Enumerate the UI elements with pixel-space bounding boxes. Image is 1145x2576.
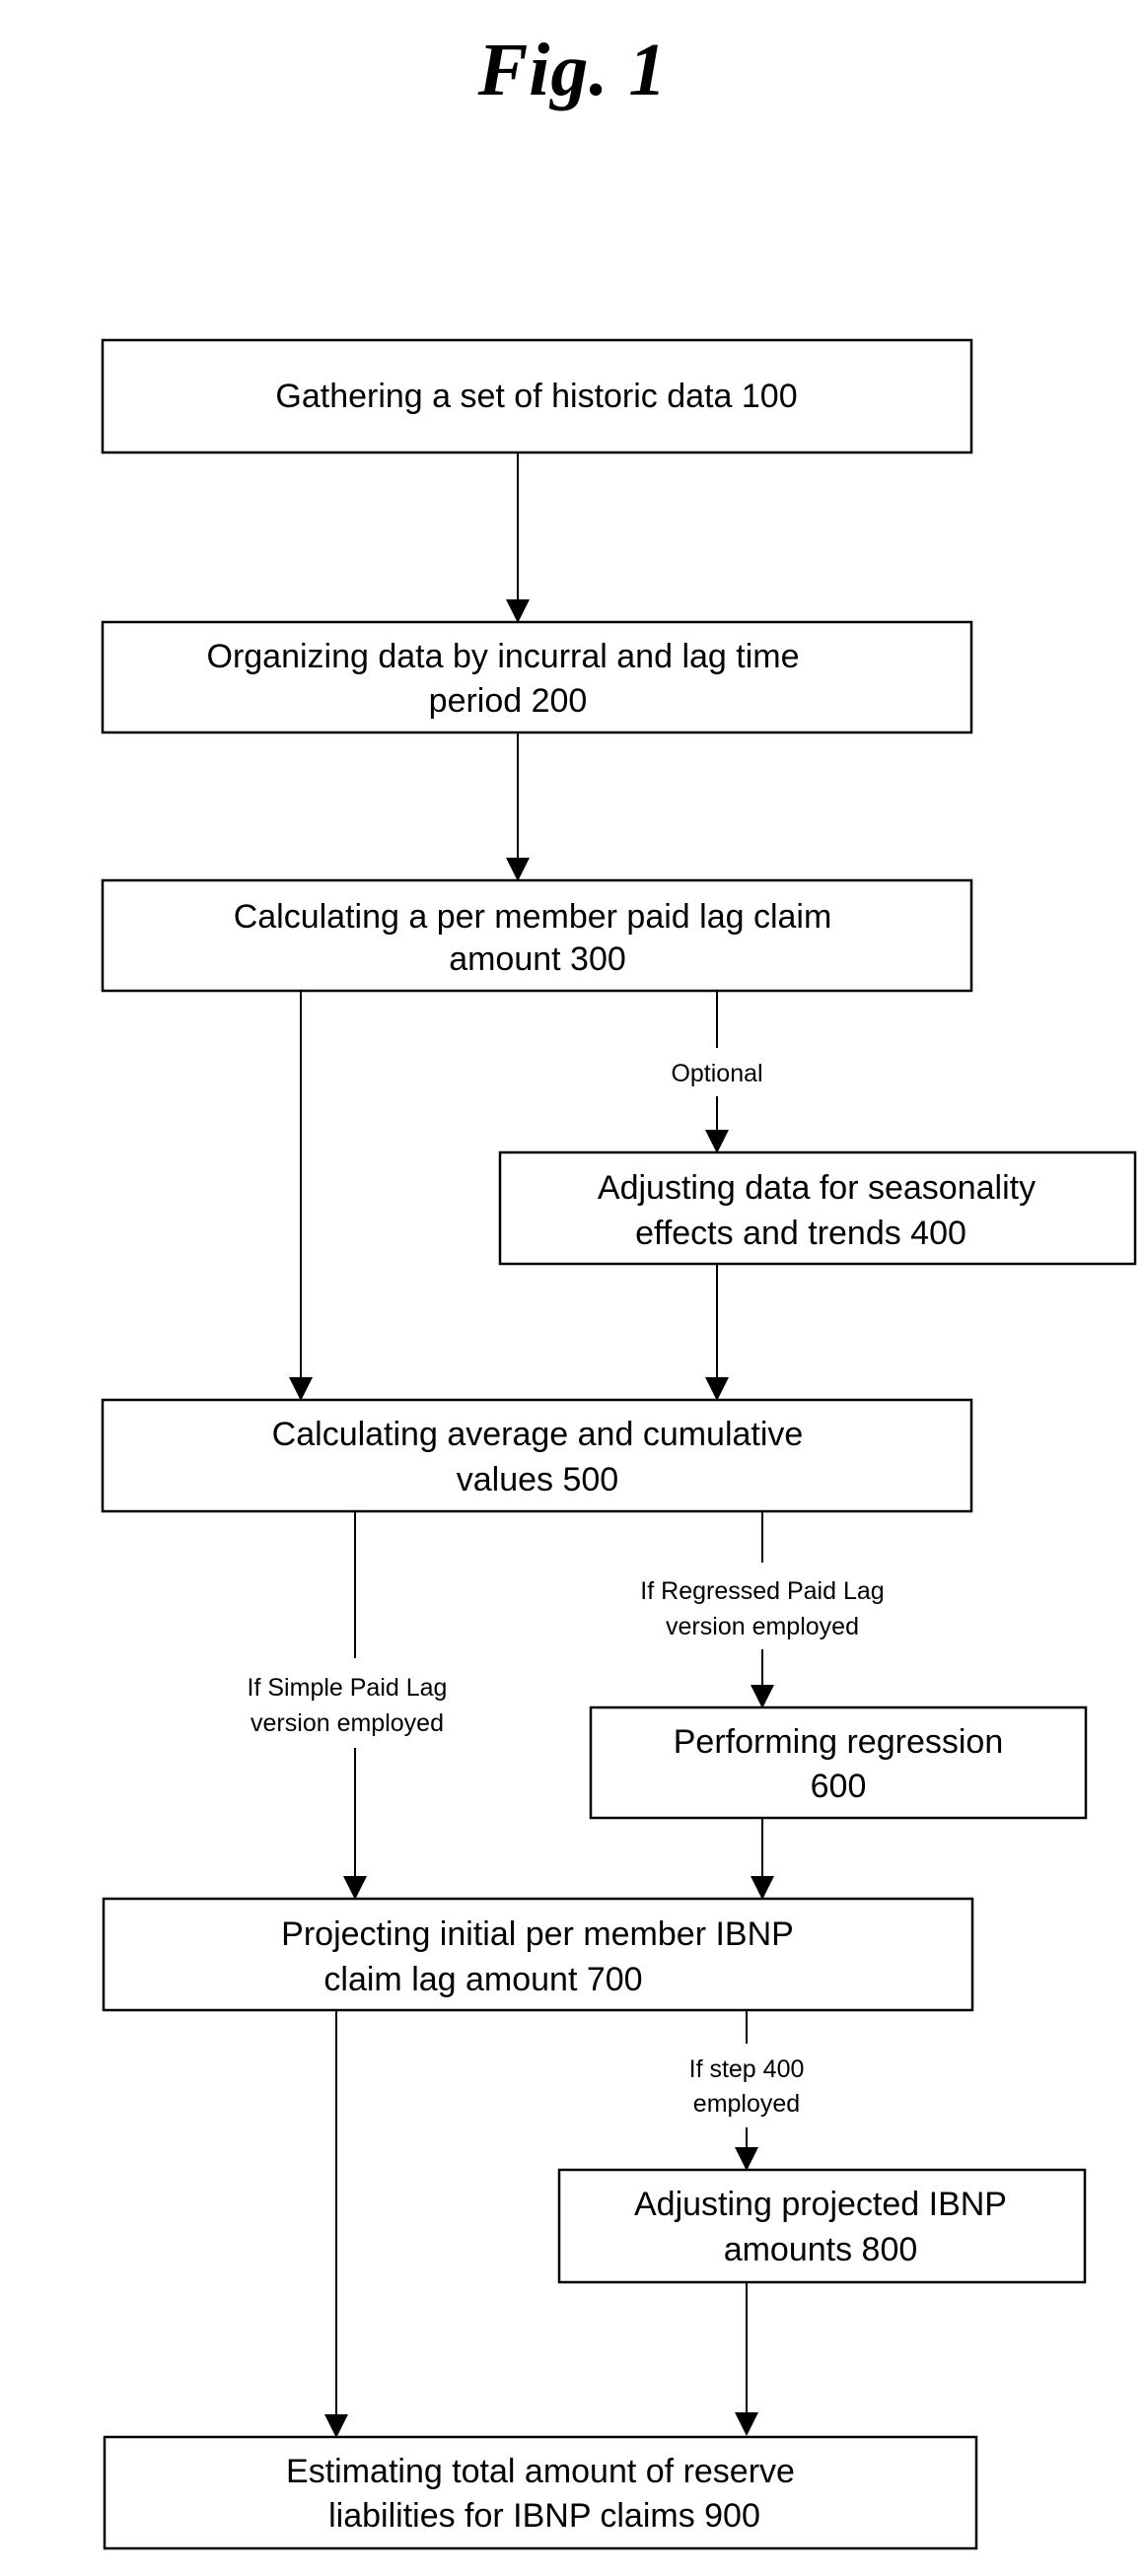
arrowhead-icon [343, 1876, 367, 1900]
arrowhead-icon [289, 1377, 313, 1401]
arrowhead-icon [506, 599, 530, 623]
arrow-800-to-900 [735, 2282, 758, 2436]
edge-label-regressed-line1: If Regressed Paid Lag [640, 1577, 884, 1605]
step-100-gather-historic-data: Gathering a set of historic data 100 [101, 338, 973, 454]
edge-label-optional: Optional [671, 1060, 762, 1087]
arrowhead-icon [751, 1876, 774, 1900]
step-900-estimate-reserve: Estimating total amount of reserve liabi… [103, 2435, 978, 2550]
arrow-200-to-300 [506, 732, 530, 881]
arrowhead-icon [506, 858, 530, 881]
arrow-400-to-500 [705, 1264, 729, 1401]
arrow-600-to-700 [751, 1818, 774, 1900]
step-800-text-line1: Adjusting projected IBNP [634, 2186, 1007, 2223]
arrowhead-icon [705, 1130, 729, 1153]
step-700-project-ibnp: Projecting initial per member IBNP claim… [102, 1897, 974, 2012]
step-100-text: Gathering a set of historic data 100 [275, 378, 797, 415]
step-300-per-member-paid-lag: Calculating a per member paid lag claim … [101, 878, 973, 993]
arrowhead-icon [324, 2414, 348, 2438]
arrow-500-to-700-simple: If Simple Paid Lag version employed [248, 1511, 448, 1900]
arrowhead-icon [735, 2147, 758, 2171]
arrowhead-icon [751, 1685, 774, 1708]
edge-label-simple-line1: If Simple Paid Lag [248, 1674, 448, 1702]
arrowhead-icon [705, 1377, 729, 1401]
step-500-text-line1: Calculating average and cumulative [272, 1416, 804, 1453]
step-400-text-line1: Adjusting data for seasonality [598, 1169, 1036, 1207]
arrow-300-to-400-optional: Optional [671, 991, 763, 1153]
step-200-text-line2: period 200 [429, 682, 588, 720]
step-900-text-line2: liabilities for IBNP claims 900 [328, 2497, 760, 2535]
step-400-text-line2: effects and trends 400 [635, 1215, 966, 1252]
arrow-700-to-900 [324, 2010, 348, 2438]
edge-label-regressed-line2: version employed [666, 1613, 859, 1640]
step-800-text-line2: amounts 800 [724, 2231, 918, 2268]
step-300-text-line1: Calculating a per member paid lag claim [234, 898, 832, 936]
step-600-regression: Performing regression 600 [589, 1706, 1088, 1820]
step-200-organize-data: Organizing data by incurral and lag time… [101, 620, 973, 734]
arrow-700-to-800-if-step-400: If step 400 employed [689, 2010, 805, 2171]
step-900-text-line1: Estimating total amount of reserve [286, 2453, 795, 2490]
edge-label-step400-line1: If step 400 [689, 2055, 805, 2083]
edge-label-step400-line2: employed [693, 2090, 800, 2118]
flowchart: Gathering a set of historic data 100 Org… [101, 338, 1137, 2550]
step-600-text-line1: Performing regression [674, 1723, 1003, 1761]
step-700-text-line1: Projecting initial per member IBNP [281, 1915, 794, 1953]
arrow-300-to-500 [289, 991, 313, 1401]
arrow-500-to-600-regressed: If Regressed Paid Lag version employed [640, 1511, 885, 1708]
step-400-adjust-seasonality: Adjusting data for seasonality effects a… [498, 1150, 1137, 1266]
step-700-text-line2: claim lag amount 700 [323, 1961, 642, 1998]
step-500-average-cumulative: Calculating average and cumulative value… [101, 1398, 973, 1513]
arrow-100-to-200 [506, 453, 530, 623]
step-300-text-line2: amount 300 [449, 940, 626, 978]
edge-label-simple-line2: version employed [250, 1709, 444, 1737]
step-200-text-line1: Organizing data by incurral and lag time [207, 638, 800, 675]
step-500-text-line2: values 500 [457, 1461, 618, 1498]
arrowhead-icon [735, 2412, 758, 2436]
step-800-adjust-projected-ibnp: Adjusting projected IBNP amounts 800 [557, 2168, 1087, 2284]
step-600-text-line2: 600 [811, 1768, 867, 1805]
